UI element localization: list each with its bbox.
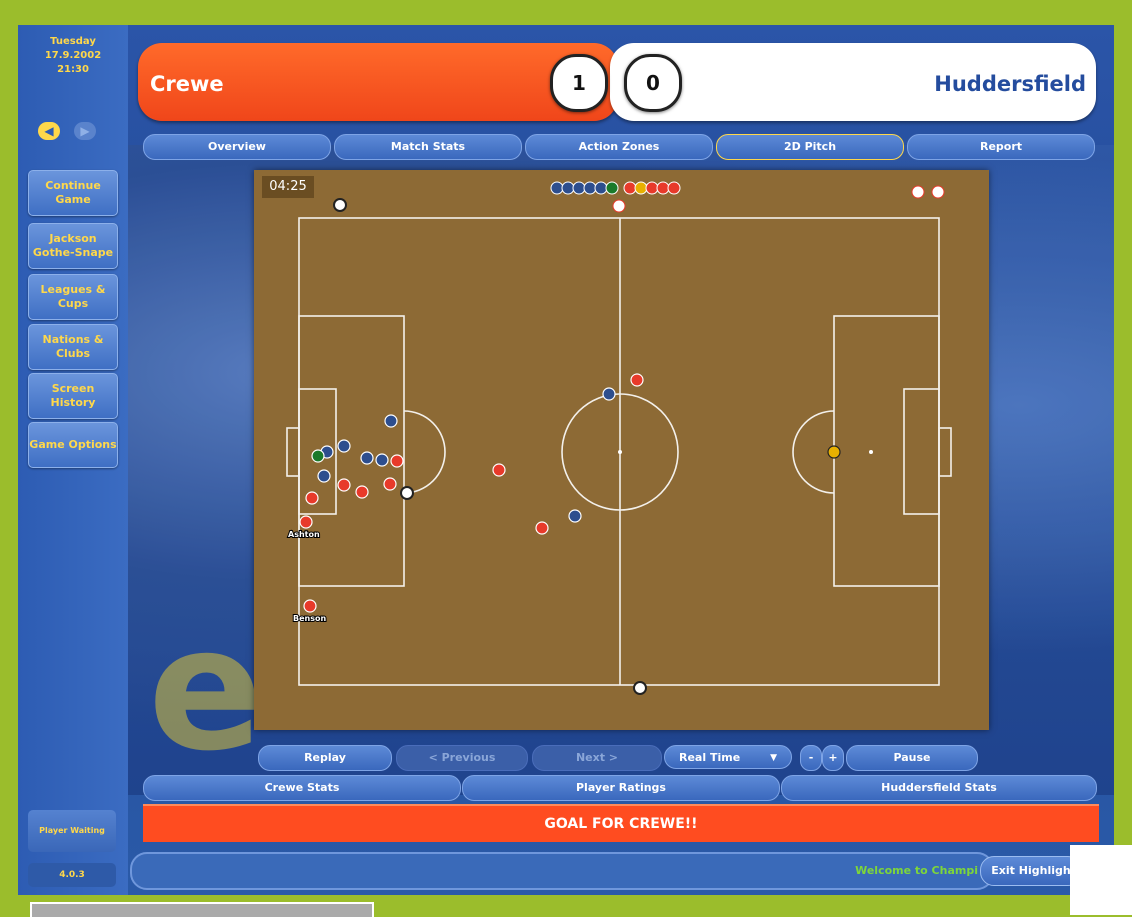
screen-history-button[interactable]: Screen History bbox=[28, 373, 118, 419]
home-goalkeeper bbox=[827, 445, 841, 459]
date-display: Tuesday 17.9.2002 21:30 bbox=[18, 35, 128, 77]
away-team-name: Huddersfield bbox=[934, 72, 1086, 96]
back-arrow-icon[interactable]: ◀ bbox=[38, 122, 60, 140]
pause-button[interactable]: Pause bbox=[846, 745, 978, 771]
manager-profile-button[interactable]: Jackson Gothe-Snape bbox=[28, 223, 118, 269]
leagues-cups-button[interactable]: Leagues & Cups bbox=[28, 274, 118, 320]
zoom-in-icon bbox=[911, 185, 925, 199]
away-score: 0 bbox=[624, 54, 682, 112]
nations-clubs-button[interactable]: Nations & Clubs bbox=[28, 324, 118, 370]
speed-decrease-button[interactable]: - bbox=[800, 745, 822, 771]
ticker-text: Welcome to Champi bbox=[855, 864, 978, 877]
tab-action-zones[interactable]: Action Zones bbox=[525, 134, 713, 160]
previous-button[interactable]: < Previous bbox=[396, 745, 528, 771]
sidebar: Tuesday 17.9.2002 21:30 ◀ ▶ Continue Gam… bbox=[18, 25, 128, 895]
referee-icon bbox=[400, 486, 414, 500]
version-label: 4.0.3 bbox=[28, 863, 116, 887]
next-button[interactable]: Next > bbox=[532, 745, 662, 771]
away-goalkeeper bbox=[311, 449, 325, 463]
status-box: Player Waiting bbox=[28, 810, 116, 852]
match-clock: 04:25 bbox=[262, 176, 314, 198]
referee-icon bbox=[333, 198, 347, 212]
away-stats-button[interactable]: Huddersfield Stats bbox=[781, 775, 1097, 801]
forward-arrow-icon[interactable]: ▶ bbox=[74, 122, 96, 140]
home-team-name: Crewe bbox=[150, 72, 224, 96]
home-players bbox=[299, 373, 644, 613]
home-score: 1 bbox=[550, 54, 608, 112]
player-ratings-button[interactable]: Player Ratings bbox=[462, 775, 780, 801]
pitch-markings: Ashton Benson bbox=[286, 181, 952, 695]
home-stats-button[interactable]: Crewe Stats bbox=[143, 775, 461, 801]
player-label-ashton: Ashton bbox=[288, 530, 320, 539]
exit-highlights-button[interactable]: Exit Highligh bbox=[980, 856, 1082, 886]
replay-button[interactable]: Replay bbox=[258, 745, 392, 771]
away-players bbox=[317, 387, 616, 523]
game-options-button[interactable]: Game Options bbox=[28, 422, 118, 468]
news-ticker: Welcome to Champi bbox=[130, 852, 994, 890]
tab-2d-pitch[interactable]: 2D Pitch bbox=[716, 134, 904, 160]
page-corner bbox=[1070, 845, 1132, 915]
speed-select[interactable]: Real Time ▼ bbox=[664, 745, 792, 769]
date-time: 21:30 bbox=[57, 64, 89, 75]
zoom-out-icon bbox=[931, 185, 945, 199]
continue-game-button[interactable]: Continue Game bbox=[28, 170, 118, 216]
player-label-benson: Benson bbox=[293, 614, 326, 623]
speed-increase-button[interactable]: + bbox=[822, 745, 844, 771]
date-day: Tuesday bbox=[50, 36, 96, 47]
speed-select-value: Real Time bbox=[679, 751, 741, 764]
tab-match-stats[interactable]: Match Stats bbox=[334, 134, 522, 160]
history-nav: ◀ ▶ bbox=[38, 122, 118, 142]
dropdown-arrow-icon: ▼ bbox=[770, 753, 777, 763]
date-date: 17.9.2002 bbox=[44, 50, 102, 61]
referee-icon bbox=[633, 681, 647, 695]
background-banner: e bbox=[148, 591, 264, 789]
tab-report[interactable]: Report bbox=[907, 134, 1095, 160]
goal-banner: GOAL FOR CREWE!! bbox=[143, 804, 1099, 842]
tab-overview[interactable]: Overview bbox=[143, 134, 331, 160]
substitutes-bench bbox=[550, 181, 681, 213]
